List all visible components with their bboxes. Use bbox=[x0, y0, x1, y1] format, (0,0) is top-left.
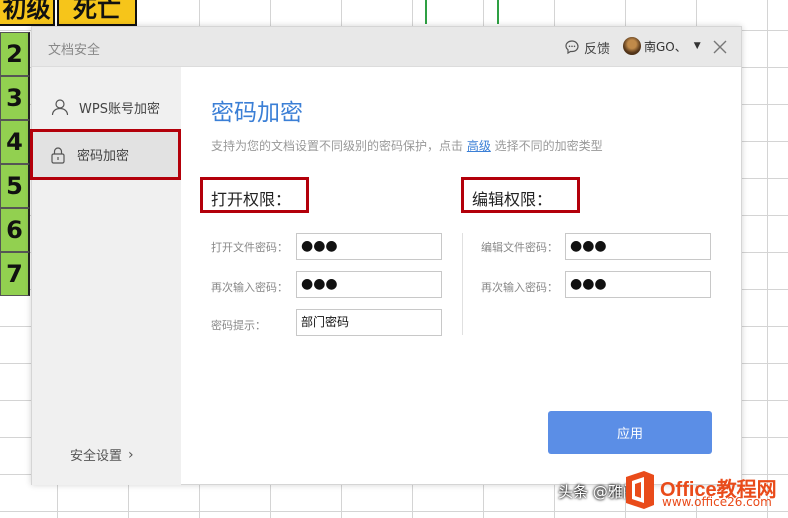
row-number: 4 bbox=[0, 120, 30, 164]
password-mask: ●●● bbox=[570, 276, 607, 292]
sheet-top-cell: 死亡 bbox=[57, 0, 137, 26]
chevron-right-icon: › bbox=[128, 446, 134, 463]
password-mask: ●●● bbox=[301, 276, 338, 292]
row-number: 5 bbox=[0, 164, 30, 208]
feedback-button[interactable]: 反馈 bbox=[564, 38, 611, 57]
sidebar-item-label: 密码加密 bbox=[77, 149, 130, 164]
dialog-title: 文档安全 bbox=[48, 43, 101, 58]
chat-bubble-icon bbox=[565, 40, 579, 55]
watermark-url: www.office26.com bbox=[662, 495, 772, 509]
sidebar: WPS账号加密 密码加密 安全设置 › bbox=[30, 67, 181, 485]
security-settings-link[interactable]: 安全设置 › bbox=[70, 445, 134, 465]
cell-border-highlight bbox=[425, 0, 427, 24]
edit-permission-title: 编辑权限： bbox=[461, 177, 580, 213]
row-number: 2 bbox=[0, 32, 30, 76]
row-number: 6 bbox=[0, 208, 30, 252]
column-divider bbox=[462, 233, 463, 335]
open-password-label: 打开文件密码： bbox=[211, 241, 288, 254]
page-title: 密码加密 bbox=[211, 100, 303, 126]
open-password-confirm-label: 再次输入密码： bbox=[211, 281, 288, 294]
apply-button[interactable]: 应用 bbox=[548, 411, 712, 454]
document-security-dialog: 文档安全 反馈 南GO、 ▼ WPS账号加密 密码加密 安全设置 › 密码加密 … bbox=[30, 26, 742, 485]
office-logo-icon bbox=[626, 471, 654, 509]
advanced-link[interactable]: 高级 bbox=[467, 139, 491, 153]
watermark: 头条 @雅阁 Office教程网 www.office26.com bbox=[558, 465, 788, 518]
caret-down-icon: ▼ bbox=[693, 41, 701, 51]
password-mask: ●●● bbox=[301, 238, 338, 254]
sidebar-item-password-encrypt[interactable]: 密码加密 bbox=[30, 129, 181, 180]
user-menu[interactable]: 南GO、 ▼ bbox=[623, 36, 701, 56]
feedback-label: 反馈 bbox=[584, 41, 611, 57]
lock-icon bbox=[51, 146, 65, 164]
sidebar-item-label: WPS账号加密 bbox=[79, 101, 160, 117]
description: 支持为您的文档设置不同级别的密码保护，点击 高级 选择不同的加密类型 bbox=[211, 137, 603, 154]
user-icon bbox=[51, 99, 69, 116]
password-hint-value: 部门密码 bbox=[301, 315, 350, 329]
password-hint-label: 密码提示： bbox=[211, 319, 266, 332]
sidebar-item-wps-account-encrypt[interactable]: WPS账号加密 bbox=[32, 85, 181, 129]
password-hint-input[interactable]: 部门密码 bbox=[296, 309, 442, 336]
edit-password-label: 编辑文件密码： bbox=[481, 241, 558, 254]
row-number-column: 2 3 4 5 6 7 bbox=[0, 32, 30, 296]
edit-password-confirm-input[interactable]: ●●● bbox=[565, 271, 711, 298]
description-text: 支持为您的文档设置不同级别的密码保护，点击 bbox=[211, 139, 467, 153]
dialog-titlebar: 文档安全 反馈 南GO、 ▼ bbox=[32, 27, 741, 67]
row-number: 3 bbox=[0, 76, 30, 120]
security-settings-label: 安全设置 bbox=[70, 449, 123, 464]
open-password-input[interactable]: ●●● bbox=[296, 233, 442, 260]
password-mask: ●●● bbox=[570, 238, 607, 254]
edit-password-input[interactable]: ●●● bbox=[565, 233, 711, 260]
user-name: 南GO、 bbox=[644, 39, 687, 54]
row-number: 7 bbox=[0, 252, 30, 296]
open-permission-title: 打开权限： bbox=[200, 177, 309, 213]
avatar bbox=[623, 37, 641, 55]
close-icon[interactable] bbox=[712, 39, 728, 55]
sheet-top-cell: 初级 bbox=[0, 0, 55, 26]
description-text: 选择不同的加密类型 bbox=[490, 139, 603, 153]
cell-border-highlight bbox=[497, 0, 499, 24]
edit-password-confirm-label: 再次输入密码： bbox=[481, 281, 558, 294]
open-password-confirm-input[interactable]: ●●● bbox=[296, 271, 442, 298]
